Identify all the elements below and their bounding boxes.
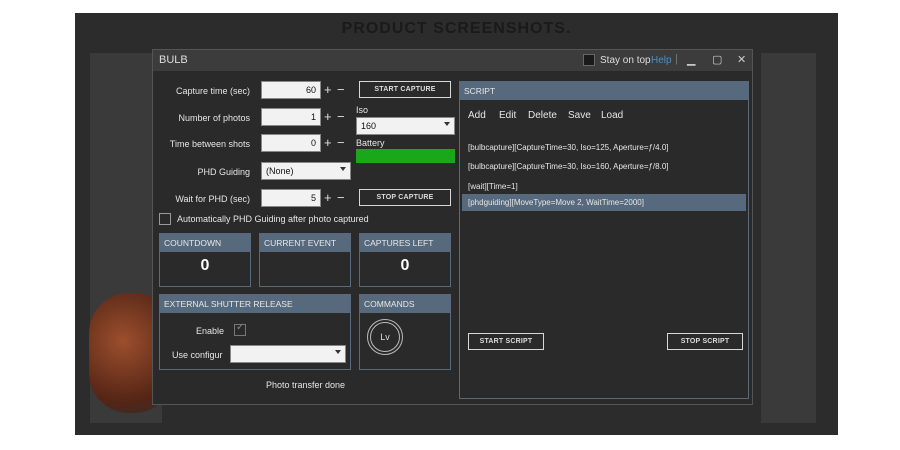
chevron-down-icon <box>444 122 450 126</box>
start-capture-button[interactable]: START CAPTURE <box>359 81 451 98</box>
live-view-button[interactable]: Lv <box>367 319 403 355</box>
title-bar: BULB Stay on top Help | ▁ ▢ ✕ <box>153 50 752 71</box>
use-config-select[interactable] <box>230 345 346 363</box>
page-title: PRODUCT SCREENSHOTS. <box>341 20 572 37</box>
auto-phd-checkbox[interactable] <box>159 213 171 225</box>
enable-checkbox[interactable]: ✓ <box>234 322 246 336</box>
decrement-time-between-icon[interactable]: − <box>337 136 345 149</box>
commands-panel: COMMANDS Lv <box>359 294 451 370</box>
external-shutter-title: EXTERNAL SHUTTER RELEASE <box>160 295 350 313</box>
live-view-label: Lv <box>370 322 400 352</box>
stay-on-top-label: Stay on top <box>600 55 651 66</box>
status-text: Photo transfer done <box>266 380 346 390</box>
increment-photos-icon[interactable]: + <box>324 110 332 123</box>
script-load-button[interactable]: Load <box>601 110 623 121</box>
countdown-value: 0 <box>200 257 210 274</box>
script-title: SCRIPT <box>460 82 748 100</box>
time-between-label: Time between shots <box>169 139 250 149</box>
countdown-panel: COUNTDOWN 0 <box>159 233 251 287</box>
script-delete-button[interactable]: Delete <box>528 110 557 121</box>
wait-for-phd-label: Wait for PHD (sec) <box>175 194 250 204</box>
increment-capture-time-icon[interactable]: + <box>324 83 332 96</box>
script-add-button[interactable]: Add <box>468 110 486 121</box>
external-shutter-panel: EXTERNAL SHUTTER RELEASE Enable ✓ Use co… <box>159 294 351 370</box>
stop-capture-button[interactable]: STOP CAPTURE <box>359 189 451 206</box>
time-between-input[interactable]: 0 <box>261 134 321 152</box>
number-of-photos-label: Number of photos <box>178 113 250 123</box>
capture-time-label: Capture time (sec) <box>175 86 250 96</box>
battery-bar <box>356 149 455 163</box>
current-event-panel: CURRENT EVENT <box>259 233 351 287</box>
script-line[interactable]: [wait][Time=1] <box>468 182 518 191</box>
script-save-button[interactable]: Save <box>568 110 591 121</box>
battery-label: Battery <box>356 138 385 148</box>
enable-label: Enable <box>196 326 225 336</box>
iso-label: Iso <box>356 105 369 115</box>
auto-phd-label: Automatically PHD Guiding after photo ca… <box>177 214 369 224</box>
iso-value: 160 <box>361 121 377 131</box>
phd-guiding-label: PHD Guiding <box>197 167 250 177</box>
background-app-right <box>761 53 816 423</box>
decrement-photos-icon[interactable]: − <box>337 110 345 123</box>
captures-left-title: CAPTURES LEFT <box>360 234 450 252</box>
minimize-icon[interactable]: ▁ <box>687 53 695 66</box>
use-config-label: Use configur <box>172 350 223 360</box>
captures-left-value: 0 <box>400 257 410 274</box>
decrement-capture-time-icon[interactable]: − <box>337 83 345 96</box>
window-title: BULB <box>159 54 188 66</box>
start-script-button[interactable]: START SCRIPT <box>468 333 544 350</box>
close-icon[interactable]: ✕ <box>737 53 746 66</box>
script-panel: SCRIPT Add Edit Delete Save Load [bulbca… <box>459 81 749 399</box>
stay-on-top-checkbox[interactable] <box>583 54 595 66</box>
increment-wait-icon[interactable]: + <box>324 191 332 204</box>
current-event-value <box>260 252 350 257</box>
maximize-icon[interactable]: ▢ <box>712 53 722 66</box>
current-event-title: CURRENT EVENT <box>260 234 350 252</box>
phd-guiding-select[interactable]: (None) <box>261 162 351 180</box>
increment-time-between-icon[interactable]: + <box>324 136 332 149</box>
captures-left-panel: CAPTURES LEFT 0 <box>359 233 451 287</box>
script-line-selected[interactable]: [phdguiding][MoveType=Move 2, WaitTime=2… <box>462 194 746 211</box>
number-of-photos-input[interactable]: 1 <box>261 108 321 126</box>
decrement-wait-icon[interactable]: − <box>337 191 345 204</box>
wait-for-phd-input[interactable]: 5 <box>261 189 321 207</box>
help-link[interactable]: Help <box>651 55 672 66</box>
script-edit-button[interactable]: Edit <box>499 110 516 121</box>
bulb-window: BULB Stay on top Help | ▁ ▢ ✕ Capture ti… <box>152 49 753 405</box>
commands-title: COMMANDS <box>360 295 450 313</box>
countdown-title: COUNTDOWN <box>160 234 250 252</box>
chevron-down-icon <box>335 350 341 354</box>
phd-guiding-value: (None) <box>266 166 294 176</box>
script-line[interactable]: [bulbcapture][CaptureTime=30, Iso=160, A… <box>468 162 669 171</box>
checkmark-icon: ✓ <box>236 322 245 333</box>
iso-select[interactable]: 160 <box>356 117 455 135</box>
divider: | <box>675 53 678 65</box>
capture-time-input[interactable]: 60 <box>261 81 321 99</box>
chevron-down-icon <box>340 167 346 171</box>
script-line[interactable]: [bulbcapture][CaptureTime=30, Iso=125, A… <box>468 143 669 152</box>
stop-script-button[interactable]: STOP SCRIPT <box>667 333 743 350</box>
